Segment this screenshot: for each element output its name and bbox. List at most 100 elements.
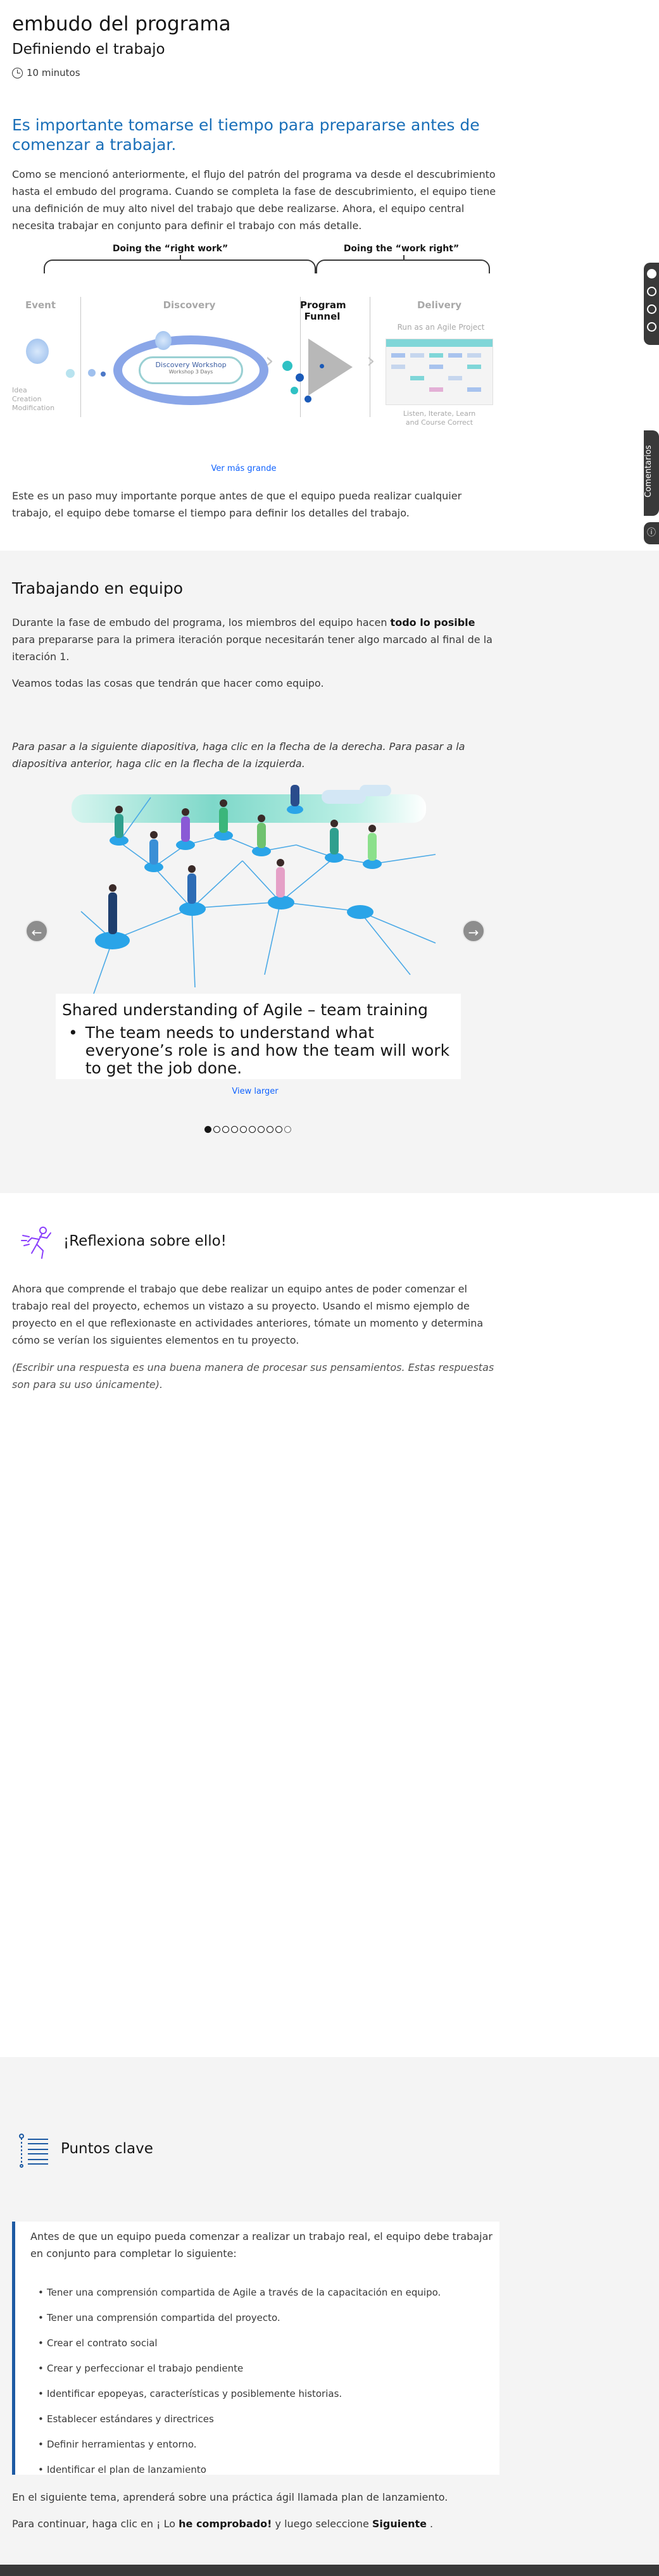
duration: 10 minutos — [12, 67, 499, 78]
network-node — [95, 932, 130, 949]
pagination-dot[interactable] — [204, 1126, 211, 1133]
pagination-dot[interactable] — [258, 1126, 265, 1133]
team-member — [219, 799, 228, 833]
flow-dot — [101, 372, 106, 377]
team-member — [187, 865, 196, 904]
section-heading-preparation: Es importante tomarse el tiempo para pre… — [12, 116, 480, 154]
team-network-illustration — [56, 785, 461, 994]
idea-text: Idea Creation Modification — [12, 386, 55, 412]
network-node — [287, 805, 303, 814]
flow-dot — [296, 373, 304, 382]
intro-paragraph: Como se mencionó anteriormente, el flujo… — [12, 168, 496, 232]
network-node — [268, 896, 294, 910]
key-points-intro: Antes de que un equipo pueda comenzar a … — [30, 2230, 493, 2260]
team-member — [330, 820, 339, 854]
clock-icon — [12, 67, 23, 78]
team-member — [181, 808, 190, 842]
flow-dot — [320, 364, 324, 368]
chevron-right-icon: › — [367, 348, 375, 373]
pagination-dot[interactable] — [240, 1126, 247, 1133]
team-member — [115, 806, 123, 838]
comments-tab[interactable]: Comentarios — [644, 430, 659, 516]
reflect-figure-icon — [21, 1227, 51, 1259]
slide-pagination[interactable] — [204, 1126, 291, 1133]
flow-dot — [304, 396, 311, 403]
team-paragraph-2: Veamos todas las cosas que tendrán que h… — [12, 677, 324, 689]
key-point-item: Crear y perfeccionar el trabajo pendient… — [38, 2356, 441, 2381]
flow-dot — [88, 369, 96, 377]
chevron-right-icon: › — [265, 348, 274, 373]
section-heading-key-points: Puntos clave — [61, 2141, 153, 2157]
team-member — [108, 884, 117, 934]
progress-dot[interactable] — [647, 269, 656, 278]
slide-caption-title: Shared understanding of Agile – team tra… — [62, 1001, 428, 1019]
flow-dot — [66, 369, 75, 378]
footer-bar — [0, 2565, 659, 2576]
divider — [80, 297, 81, 417]
brace-right-work — [44, 255, 316, 273]
delivery-text: Listen, Iterate, Learn and Course Correc… — [403, 410, 476, 427]
flow-dot — [291, 387, 298, 394]
page-title: embudo del programa — [12, 13, 231, 35]
pagination-dot[interactable] — [222, 1126, 229, 1133]
view-larger-link[interactable]: View larger — [0, 1087, 510, 1096]
divider — [300, 297, 301, 417]
group-work-right: Doing the “work right” — [343, 244, 460, 254]
col-program-funnel: Program Funnel — [300, 299, 346, 322]
key-point-item: Establecer estándares y directrices — [38, 2406, 441, 2432]
col-discovery: Discovery — [163, 299, 216, 311]
progress-sidebar[interactable] — [644, 263, 659, 345]
key-point-item: Crear el contrato social — [38, 2330, 441, 2356]
section-heading-reflect: ¡Reflexiona sobre ello! — [63, 1233, 227, 1249]
program-flow-diagram[interactable]: Doing the “right work” Doing the “work r… — [12, 244, 493, 427]
group-right-work: Doing the “right work” — [112, 244, 229, 254]
next-slide-button[interactable]: → — [462, 920, 485, 942]
team-paragraph: Durante la fase de embudo del programa, … — [12, 616, 493, 663]
key-points-list: Tener una comprensión compartida de Agil… — [38, 2280, 441, 2482]
help-icon[interactable]: ⓘ — [644, 522, 659, 544]
carousel-instructions: Para pasar a la siguiente diapositiva, h… — [12, 741, 465, 770]
team-member — [291, 785, 299, 806]
workshop-title: Discovery Workshop — [155, 361, 227, 369]
pagination-dot[interactable] — [267, 1126, 273, 1133]
slide-caption: Shared understanding of Agile – team tra… — [56, 994, 461, 1079]
key-point-item: Tener una comprensión compartida de Agil… — [38, 2280, 441, 2305]
discovery-workshop: Discovery Workshop Workshop 3 Days — [139, 356, 243, 384]
pagination-dot[interactable] — [275, 1126, 282, 1133]
section-heading-team: Trabajando en equipo — [12, 579, 183, 597]
network-node — [179, 902, 206, 916]
run-agile-label: Run as an Agile Project — [397, 323, 485, 332]
col-event: Event — [25, 299, 56, 311]
workshop-sub: Workshop 3 Days — [168, 369, 213, 375]
next-topic-text: En el siguiente tema, aprenderá sobre un… — [12, 2491, 448, 2503]
flow-dot — [282, 361, 292, 371]
reflect-note: (Escribir una respuesta es una buena man… — [12, 1361, 494, 1391]
key-points-card: Antes de que un equipo pueda comenzar a … — [12, 2222, 499, 2476]
key-point-item: Tener una comprensión compartida del pro… — [38, 2305, 441, 2330]
team-member — [257, 815, 266, 848]
brace-work-right — [316, 255, 490, 273]
delivery-board — [386, 339, 493, 405]
team-member — [368, 825, 377, 861]
pagination-dot[interactable] — [249, 1126, 256, 1133]
idea-bulb-icon — [26, 339, 49, 364]
pagination-dot[interactable] — [284, 1126, 291, 1133]
page-subtitle: Definiendo el trabajo — [12, 41, 165, 58]
key-point-item: Identificar epopeyas, características y … — [38, 2381, 441, 2406]
list-icon — [19, 2134, 48, 2168]
progress-dot[interactable] — [647, 287, 656, 296]
view-larger-link[interactable]: Ver más grande — [0, 464, 487, 473]
progress-dot[interactable] — [647, 304, 656, 314]
reflect-paragraph: Ahora que comprende el trabajo que debe … — [12, 1283, 484, 1346]
funnel-shape — [308, 339, 353, 396]
previous-slide-button[interactable]: ← — [25, 920, 48, 942]
col-delivery: Delivery — [417, 299, 462, 311]
paragraph-importance: Este es un paso muy importante porque an… — [12, 490, 462, 519]
network-node — [347, 905, 373, 919]
progress-dot[interactable] — [647, 322, 656, 332]
discovery-bulb-icon — [155, 331, 172, 350]
key-point-item: Identificar el plan de lanzamiento — [38, 2457, 441, 2482]
pagination-dot[interactable] — [231, 1126, 238, 1133]
carousel-slide: Shared understanding of Agile – team tra… — [56, 785, 461, 1082]
pagination-dot[interactable] — [213, 1126, 220, 1133]
